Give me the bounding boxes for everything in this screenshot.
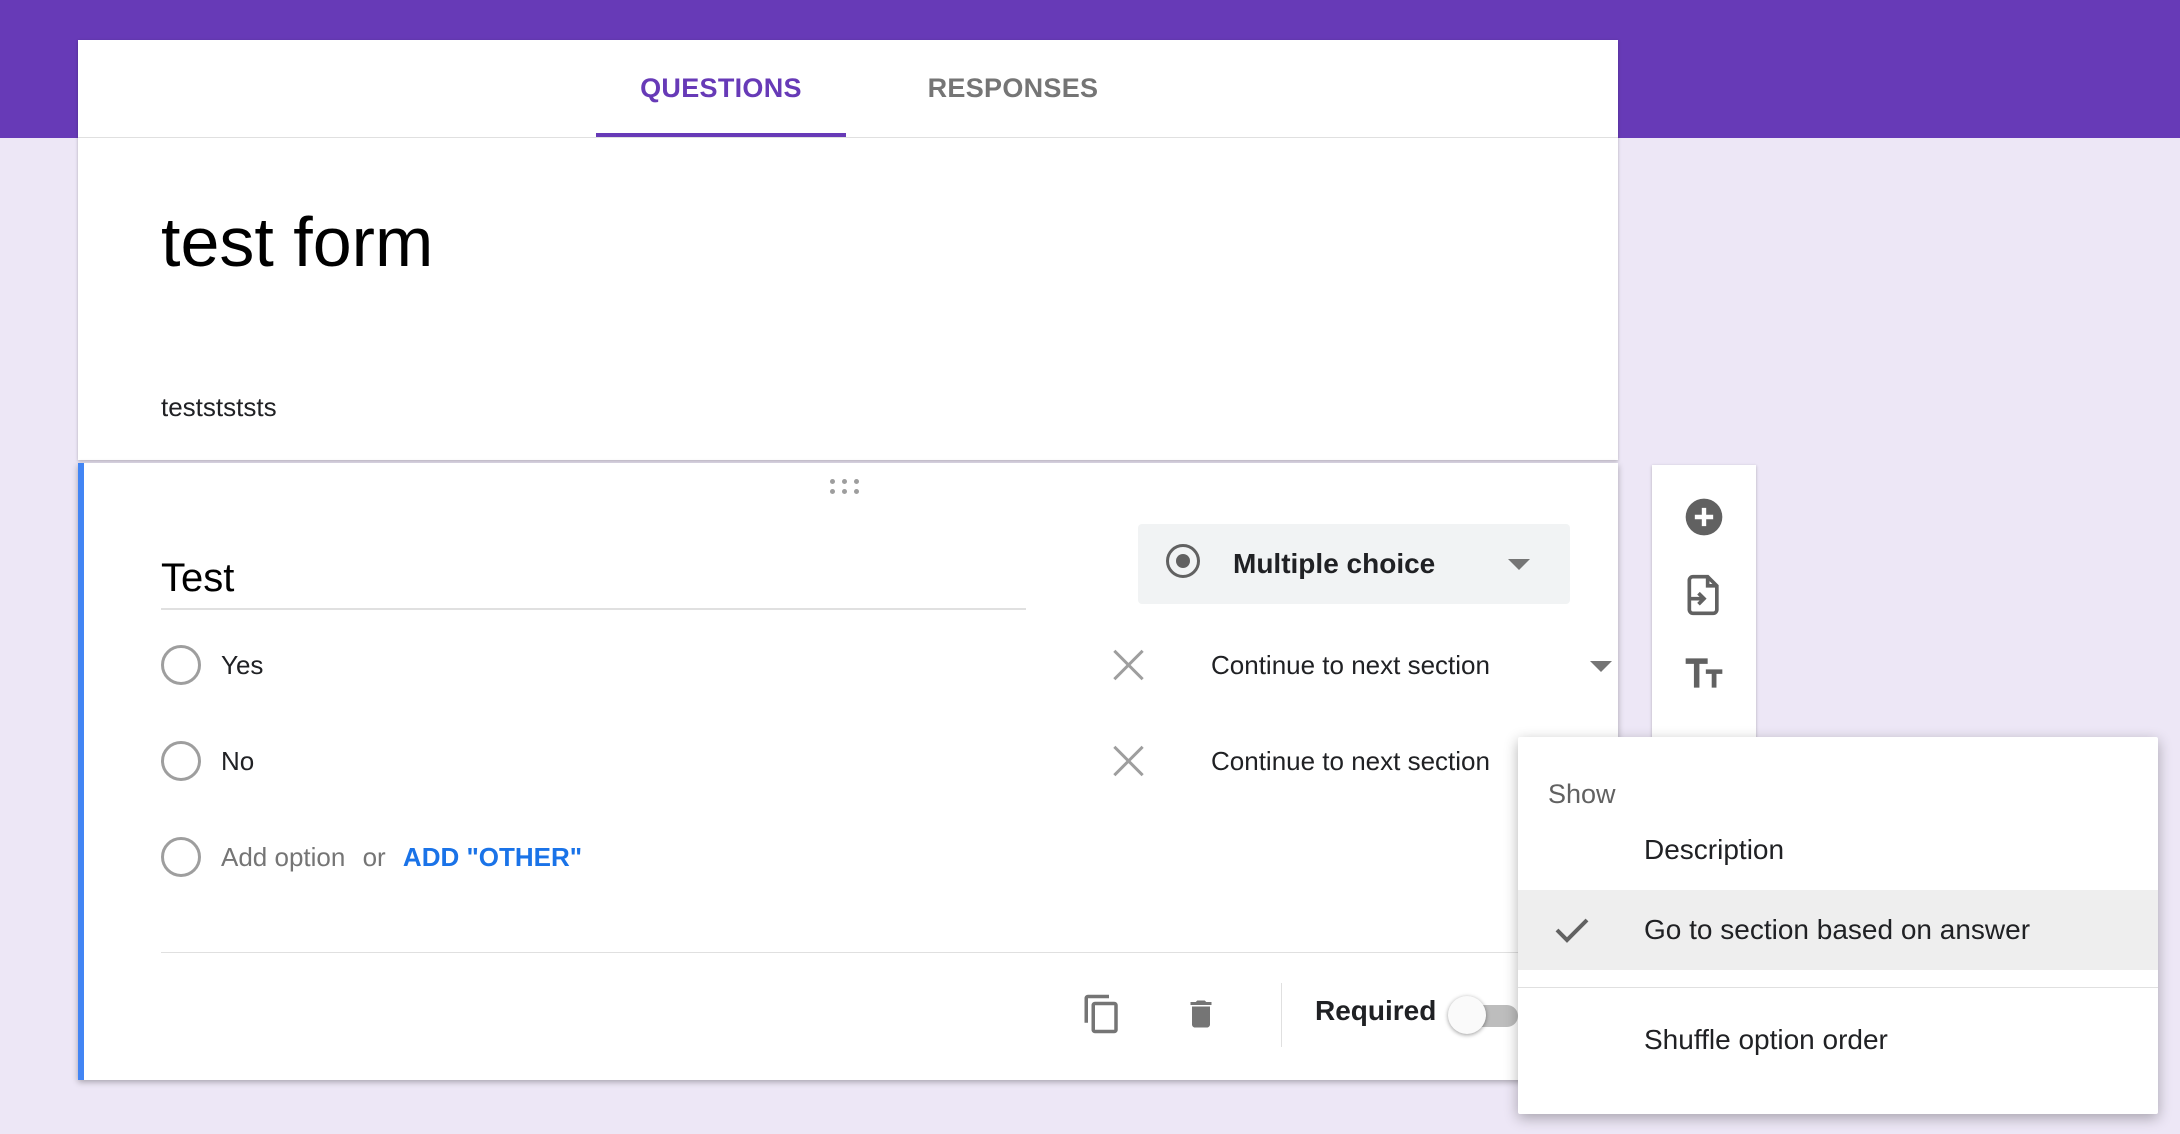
form-title[interactable]: test form xyxy=(161,202,433,282)
side-toolbar xyxy=(1652,465,1756,755)
radio-button-icon xyxy=(1166,544,1200,578)
menu-item-shuffle[interactable]: Shuffle option order xyxy=(1518,1000,2158,1080)
duplicate-icon[interactable] xyxy=(1081,990,1123,1038)
question-type-label: Multiple choice xyxy=(1233,548,1436,579)
form-header-card: QUESTIONS RESPONSES test form testststst… xyxy=(78,40,1618,460)
drag-handle-icon[interactable] xyxy=(830,479,870,499)
menu-item-label: Description xyxy=(1644,834,1785,865)
question-card[interactable]: Test Multiple choice Yes Continue to nex… xyxy=(78,463,1618,1080)
check-icon xyxy=(1555,918,1589,943)
goto-section-dropdown[interactable]: Continue to next section xyxy=(1211,635,1490,695)
menu-divider xyxy=(1518,987,2158,988)
footer-separator xyxy=(1281,983,1282,1047)
more-options-menu: Show Description Go to section based on … xyxy=(1518,737,2158,1114)
tab-questions[interactable]: QUESTIONS xyxy=(596,40,846,137)
remove-option-icon[interactable] xyxy=(1111,647,1147,683)
add-option-row: Add option or ADD "OTHER" xyxy=(161,827,1581,887)
import-questions-icon[interactable] xyxy=(1682,573,1726,617)
add-option-link[interactable]: Add option xyxy=(221,842,345,872)
add-other-link[interactable]: ADD "OTHER" xyxy=(403,842,582,872)
option-row: Yes Continue to next section xyxy=(161,635,1612,695)
radio-option-icon xyxy=(161,837,201,877)
radio-option-icon xyxy=(161,741,201,781)
trash-icon[interactable] xyxy=(1183,993,1219,1035)
required-toggle[interactable] xyxy=(1448,996,1518,1034)
required-label: Required xyxy=(1315,995,1437,1026)
option-row: No Continue to next section xyxy=(161,731,1612,791)
question-type-dropdown[interactable]: Multiple choice xyxy=(1138,524,1570,604)
add-question-icon[interactable] xyxy=(1682,495,1726,539)
or-label: or xyxy=(362,842,386,872)
menu-item-label: Go to section based on answer xyxy=(1644,914,2031,945)
question-title-input[interactable]: Test xyxy=(161,548,1026,610)
tab-responses[interactable]: RESPONSES xyxy=(893,40,1133,137)
goto-section-dropdown[interactable]: Continue to next section xyxy=(1211,731,1490,791)
form-description[interactable]: teststststs xyxy=(161,392,277,423)
footer-divider xyxy=(161,952,1591,953)
add-title-icon[interactable] xyxy=(1682,651,1726,695)
menu-item-description[interactable]: Description xyxy=(1518,810,2158,890)
remove-option-icon[interactable] xyxy=(1111,743,1147,779)
menu-item-go-to-section[interactable]: Go to section based on answer xyxy=(1518,890,2158,970)
option-label[interactable]: No xyxy=(221,731,254,791)
menu-item-label: Shuffle option order xyxy=(1644,1024,1888,1055)
chevron-down-icon[interactable] xyxy=(1590,661,1612,672)
radio-option-icon xyxy=(161,645,201,685)
chevron-down-icon xyxy=(1508,559,1530,570)
tab-bar: QUESTIONS RESPONSES xyxy=(78,40,1618,138)
menu-header: Show xyxy=(1548,779,1616,809)
option-label[interactable]: Yes xyxy=(221,635,263,695)
